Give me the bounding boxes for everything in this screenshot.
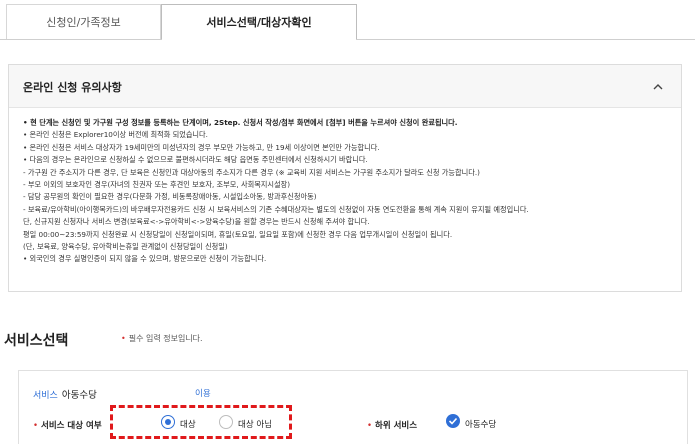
required-note: • 필수 입력 정보입니다. xyxy=(121,333,203,344)
notice-line: • 온라인 신청은 Explorer10이상 버전에 최적화 되었습니다. xyxy=(23,130,208,140)
service-usage-link[interactable]: 이용 xyxy=(195,387,211,399)
online-notice-panel: 온라인 신청 유의사항 • 현 단계는 신청인 및 가구원 구성 정보를 등록하… xyxy=(8,64,682,292)
required-marker: • xyxy=(367,421,373,431)
service-name: 아동수당 xyxy=(61,390,97,401)
notice-line: • 외국인의 경우 실명인증이 되지 않을 수 있으며, 방문으로만 신청이 가… xyxy=(23,254,267,264)
required-marker: • xyxy=(121,334,126,343)
tab-applicant-family[interactable]: 신청인/가족정보 xyxy=(6,4,161,39)
notice-line: 단, 신규지원 신청자나 서비스 변경(보육료<->유아학비<->양육수당)을 … xyxy=(23,217,370,227)
service-prefix: 서비스 xyxy=(33,391,58,401)
notice-line: • 다음의 경우는 온라인으로 신청하실 수 없으므로 불편하시더라도 해당 읍… xyxy=(23,155,368,165)
radio-target-yes-label[interactable]: 대상 xyxy=(180,418,196,430)
radio-target-no-label[interactable]: 대상 아님 xyxy=(238,418,272,430)
notice-body: • 현 단계는 신청인 및 가구원 구성 정보를 등록하는 단계이며, 2Ste… xyxy=(23,117,671,266)
active-tab-gap xyxy=(162,39,356,40)
notice-line: - 보육료/유아학비(아이행복카드)의 바우배우자전용카드 신청 시 보육서비스… xyxy=(23,204,529,214)
radio-target-no[interactable] xyxy=(219,415,233,429)
radio-target-yes[interactable] xyxy=(161,415,175,429)
target-eligibility-text: 서비스 대상 여부 xyxy=(41,421,102,431)
sub-service-value[interactable]: 아동수당 xyxy=(465,418,496,430)
notice-line: • 현 단계는 신청인 및 가구원 구성 정보를 등록하는 단계이며, 2Ste… xyxy=(23,118,458,127)
notice-title: 온라인 신청 유의사항 xyxy=(23,81,122,94)
tab-bar: 신청인/가족정보 서비스선택/대상자확인 xyxy=(0,0,695,40)
service-name-label: 서비스 아동수당 xyxy=(33,387,97,401)
sub-service-label: • 하위 서비스 xyxy=(367,419,417,431)
target-eligibility-label: • 서비스 대상 여부 xyxy=(33,419,102,431)
service-card: 서비스 아동수당 이용 • 서비스 대상 여부 대상 대상 아님 • 하위 서비스 아… xyxy=(18,370,688,444)
sub-service-text: 하위 서비스 xyxy=(375,421,418,431)
notice-header[interactable]: 온라인 신청 유의사항 xyxy=(9,65,681,108)
notice-line: - 가구원 간 주소지가 다른 경우, 단 보육은 신청인과 대상아동의 주소지… xyxy=(23,167,480,177)
notice-line: - 담당 공무원의 확인이 필요한 경우(다문화 가정, 비동록장애아동, 시설… xyxy=(23,192,317,202)
notice-line: • 온라인 신청은 서비스 대상자가 19세미만의 미성년자의 경우 부모만 가… xyxy=(23,142,380,152)
notice-line: - 부모 이외의 보호자인 경우(자녀의 친권자 또는 후견인 보호자, 조부모… xyxy=(23,180,291,190)
notice-line: (단, 보육료, 양육수당, 유아학비는휴일 관계없이 신청당일이 신청일) xyxy=(23,242,228,252)
service-section-title: 서비스선택 xyxy=(4,333,69,349)
required-marker: • xyxy=(33,421,39,431)
chevron-up-icon[interactable] xyxy=(651,79,665,93)
sub-service-check-icon[interactable] xyxy=(446,414,460,428)
notice-line: 평일 00:00~23:59까지 신청완료 시 신청당일이 신청일이되며, 휴일… xyxy=(23,229,453,239)
tab-service-select[interactable]: 서비스선택/대상자확인 xyxy=(161,4,357,39)
required-note-text: 필수 입력 정보입니다. xyxy=(128,334,203,343)
